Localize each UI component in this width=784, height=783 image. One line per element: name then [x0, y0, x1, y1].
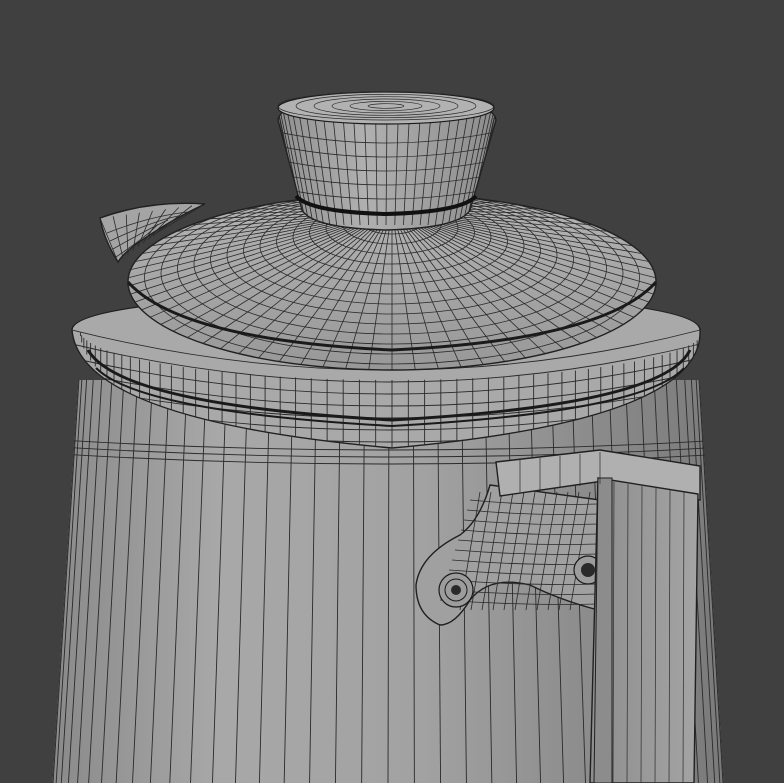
rivet-left	[438, 572, 474, 608]
teapot-knob	[277, 91, 497, 231]
3d-viewport[interactable]	[0, 0, 784, 783]
teapot-wireframe-render	[52, 91, 724, 783]
